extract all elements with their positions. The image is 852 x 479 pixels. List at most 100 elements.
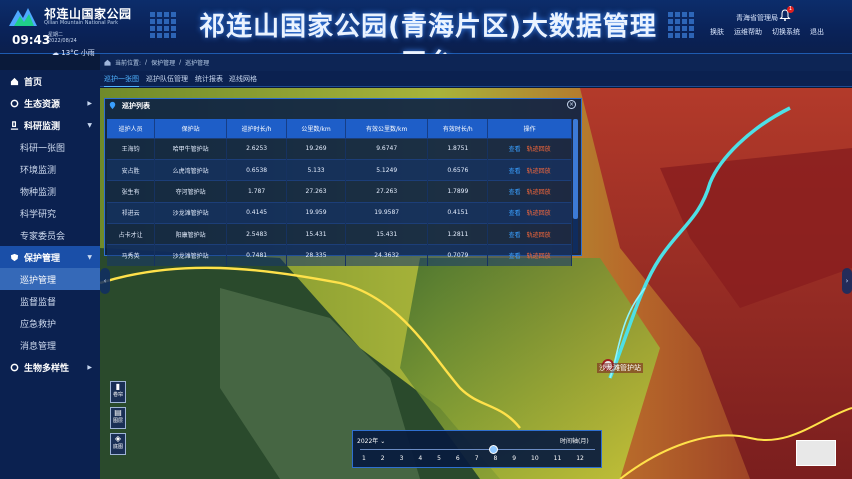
table-cell: 1.787 (226, 180, 288, 203)
view-link[interactable]: 查看 (509, 146, 521, 153)
sidebar-item-env-monitor[interactable]: 环境监测 (0, 158, 100, 180)
table-cell: 5.1249 (345, 158, 429, 181)
timeline-month[interactable]: 6 (456, 455, 460, 462)
swipe-tool-button[interactable]: ▮ 卷帘 (110, 381, 126, 403)
table-cell: 2.5483 (226, 223, 288, 245)
table-cell: 哈甲牛管护站 (154, 137, 228, 160)
year-value: 2022年 (357, 438, 379, 445)
theme-link[interactable]: 换肤 (710, 27, 724, 37)
table-row[interactable]: 占卡才让 阳康管护站 2.5483 15.431 15.431 1.2811 查看 轨迹回放 (107, 223, 572, 245)
tab-patrol-map[interactable]: 巡护一张图 (104, 74, 139, 87)
tool-label: 底图 (112, 444, 123, 450)
sidebar-item-label: 保护管理 (24, 253, 61, 264)
timeline-month[interactable]: 2 (381, 455, 385, 462)
table-cell: 沙龙滩管护站 (154, 201, 228, 224)
app-root: 祁连山国家公园 Qilian Mountain National Park 09… (0, 0, 852, 479)
patrol-table: 巡护人员 保护站 巡护时长/h 公里数/km 有效公里数/km 有效时长/h 操… (107, 119, 572, 267)
table-row[interactable]: 马秀英 沙龙滩管护站 0.7481 28.335 24.3632 0.7079 查看 轨迹回放 (107, 244, 572, 267)
tab-patrol-team[interactable]: 巡护队伍管理 (146, 74, 188, 84)
track-replay-link[interactable]: 轨迹回放 (527, 189, 551, 196)
table-cell-actions: 查看 轨迹回放 (487, 223, 572, 245)
sidebar-item-home[interactable]: 首页 (0, 70, 100, 92)
home-icon (104, 59, 111, 66)
table-row[interactable]: 张生有 夺河管护站 1.787 27.263 27.263 1.7899 查看 轨迹回放 (107, 180, 572, 203)
table-row[interactable]: 祁进云 沙龙滩管护站 0.4145 19.959 19.9587 0.4151 查看 轨迹回放 (107, 201, 572, 224)
sidebar-item-supervise[interactable]: 监督监督 (0, 290, 100, 312)
track-replay-link[interactable]: 轨迹回放 (527, 146, 551, 153)
weather: ☁ 13°C 小雨 (52, 48, 95, 58)
sidebar-item-protection[interactable]: 保护管理 ▼ (0, 246, 100, 268)
table-cell: 0.4145 (226, 201, 288, 224)
timeline-month[interactable]: 8 (493, 455, 497, 462)
column-header: 有效时长/h (427, 119, 489, 138)
timeline-month[interactable]: 1 (362, 455, 366, 462)
view-link[interactable]: 查看 (509, 210, 521, 217)
sidebar-item-research-map[interactable]: 科研一张图 (0, 136, 100, 158)
sidebar-item-species-monitor[interactable]: 物种监测 (0, 180, 100, 202)
table-cell: 19.9587 (345, 201, 429, 224)
timeline-track[interactable] (360, 449, 595, 450)
track-replay-link[interactable]: 轨迹回放 (527, 253, 551, 260)
timeline-month[interactable]: 12 (576, 455, 584, 462)
switch-system-link[interactable]: 切换系统 (772, 27, 800, 37)
user-org[interactable]: 青海省管理局 (736, 13, 778, 23)
header-decoration-left (150, 12, 178, 38)
chevron-down-icon: ⌄ (380, 438, 386, 445)
timeline-month[interactable]: 5 (437, 455, 441, 462)
sidebar-item-research[interactable]: 科研监测 ▼ (0, 114, 100, 136)
table-cell: 0.6576 (427, 158, 489, 181)
close-icon[interactable]: × (567, 100, 576, 109)
table-cell: 5.133 (286, 158, 347, 181)
basemap-tool-button[interactable]: ◈ 底图 (110, 433, 126, 455)
table-cell-actions: 查看 轨迹回放 (487, 244, 572, 267)
table-cell: 1.2811 (427, 223, 489, 245)
gear-icon (10, 99, 19, 107)
table-cell: 沙龙滩管护站 (154, 244, 228, 267)
table-cell: 王海钧 (107, 137, 156, 160)
track-replay-link[interactable]: 轨迹回放 (527, 210, 551, 217)
help-link[interactable]: 运维帮助 (734, 27, 762, 37)
collapse-right-handle[interactable]: › (842, 268, 852, 294)
table-cell: 9.6747 (345, 137, 429, 160)
logout-link[interactable]: 退出 (810, 27, 824, 37)
timeline-month[interactable]: 3 (400, 455, 404, 462)
collapse-left-handle[interactable]: ‹ (100, 268, 110, 294)
sidebar-item-experts[interactable]: 专家委员会 (0, 224, 100, 246)
overview-map-thumbnail[interactable] (796, 440, 836, 466)
tab-statistics[interactable]: 统计报表 (195, 74, 223, 84)
sidebar-item-messages[interactable]: 消息管理 (0, 334, 100, 356)
sidebar-item-patrol[interactable]: 巡护管理 (0, 268, 100, 290)
table-cell: 24.3632 (345, 244, 429, 267)
table-cell-actions: 查看 轨迹回放 (487, 137, 572, 160)
table-row[interactable]: 安占胜 么虎湾管护站 0.6538 5.133 5.1249 0.6576 查看 轨迹回放 (107, 158, 572, 181)
table-cell: 15.431 (345, 223, 429, 245)
table-scroll-thumb[interactable] (573, 119, 578, 219)
weather-temp: 13°C (61, 49, 79, 57)
view-link[interactable]: 查看 (509, 232, 521, 239)
breadcrumb-level1[interactable]: 保护管理 (151, 58, 175, 67)
timeline-month[interactable]: 9 (512, 455, 516, 462)
track-replay-link[interactable]: 轨迹回放 (527, 232, 551, 239)
year-select[interactable]: 2022年 ⌄ (357, 436, 385, 445)
timeline-month[interactable]: 7 (475, 455, 479, 462)
view-link[interactable]: 查看 (509, 189, 521, 196)
timeline-month[interactable]: 11 (554, 455, 562, 462)
track-replay-link[interactable]: 轨迹回放 (527, 168, 551, 175)
cloud-icon: ☁ (52, 49, 59, 57)
tab-patrol-grid[interactable]: 巡线网格 (229, 74, 257, 84)
table-header-row: 巡护人员 保护站 巡护时长/h 公里数/km 有效公里数/km 有效时长/h 操… (107, 119, 572, 138)
view-link[interactable]: 查看 (509, 168, 521, 175)
park-logo-icon (9, 8, 37, 26)
sidebar-item-biodiversity[interactable]: 生物多样性 ▶ (0, 356, 100, 378)
timeline-month[interactable]: 10 (531, 455, 539, 462)
sidebar-item-science[interactable]: 科学研究 (0, 202, 100, 224)
table-cell: 阳康管护站 (154, 223, 228, 245)
table-row[interactable]: 王海钧 哈甲牛管护站 2.6253 19.269 9.6747 1.8751 查看 轨迹回放 (107, 137, 572, 160)
table-cell: 1.8751 (427, 137, 489, 160)
sidebar-item-rescue[interactable]: 应急救护 (0, 312, 100, 334)
layers-tool-button[interactable]: ▤ 图层 (110, 407, 126, 429)
view-link[interactable]: 查看 (509, 253, 521, 260)
sidebar-item-eco-resources[interactable]: 生态资源 ▶ (0, 92, 100, 114)
timeline-handle[interactable] (489, 445, 498, 454)
timeline-month[interactable]: 4 (418, 455, 422, 462)
